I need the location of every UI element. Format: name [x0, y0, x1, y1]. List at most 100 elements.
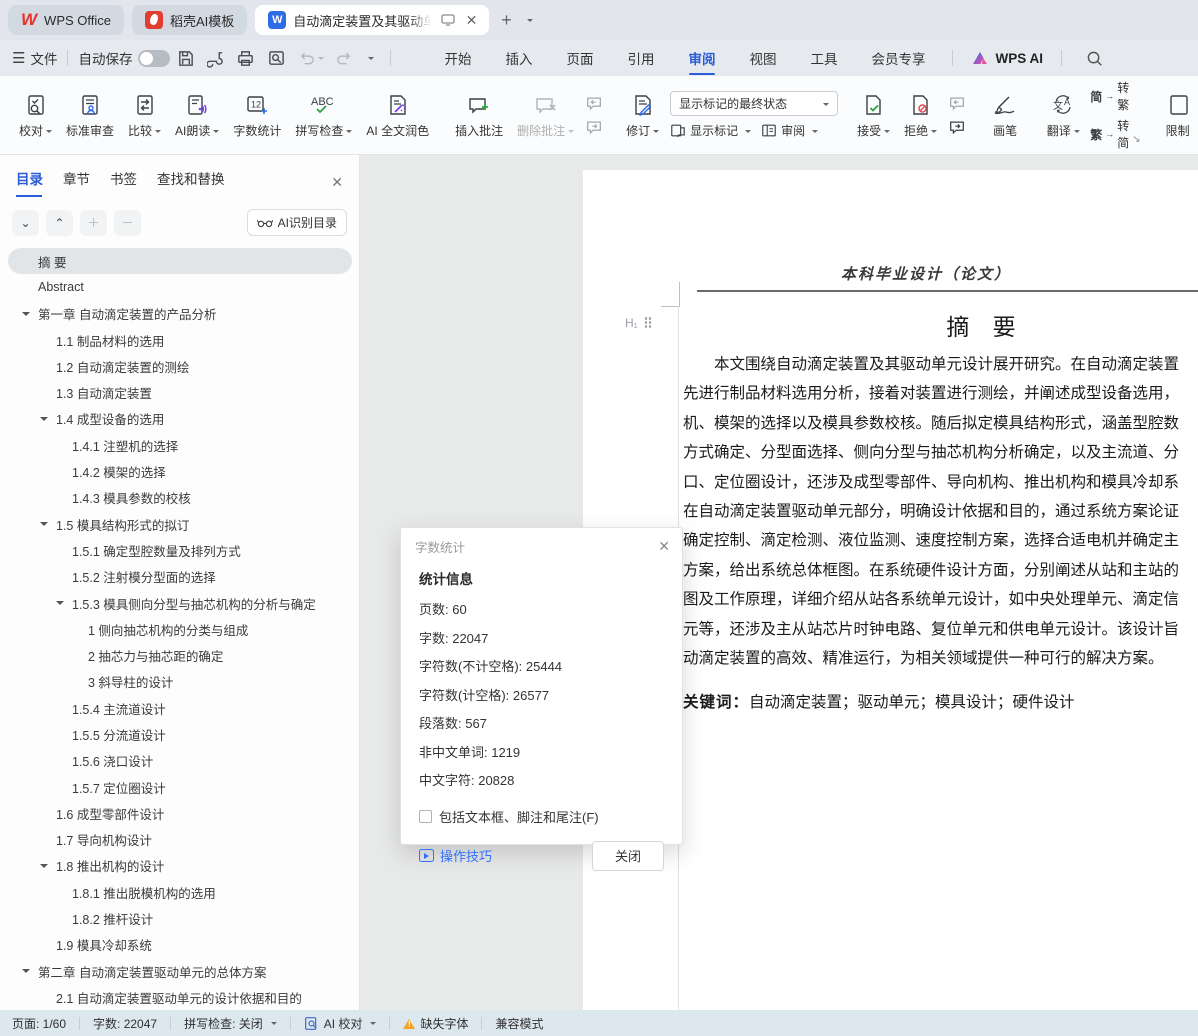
close-tab-icon[interactable]: ✕ — [462, 12, 482, 29]
menu-item-7[interactable]: 会员专享 — [854, 40, 942, 76]
insert-comment-button[interactable]: 插入批注 — [448, 87, 510, 143]
delete-comment-button[interactable]: 删除批注 — [510, 87, 581, 143]
toc-item[interactable]: 第二章 自动滴定装置驱动单元的总体方案 — [0, 958, 360, 984]
show-markup-button[interactable]: 显示标记 — [670, 122, 751, 139]
toc-item[interactable]: 3 斜导柱的设计 — [0, 669, 360, 695]
ai-polish-button[interactable]: AI 全文润色 — [359, 87, 436, 143]
next-change-icon[interactable] — [948, 120, 966, 135]
monitor-icon[interactable] — [441, 14, 455, 26]
expand-arrow-icon[interactable] — [22, 969, 30, 977]
toolbar-more-chevron-icon[interactable] — [368, 57, 374, 63]
menu-item-0[interactable]: 开始 — [427, 40, 488, 76]
review-pane-button[interactable]: 审阅 — [761, 122, 818, 139]
undo-button[interactable] — [298, 50, 324, 66]
pane-tab-1[interactable]: 章节 — [63, 168, 90, 197]
restrict-editing-button[interactable]: 限制 — [1155, 87, 1198, 143]
print-icon[interactable] — [236, 49, 255, 68]
toc-item[interactable]: 2.1 自动滴定装置驱动单元的设计依据和目的 — [0, 984, 360, 1010]
toc-item[interactable]: 1.5.6 浇口设计 — [0, 748, 360, 774]
export-pdf-icon[interactable] — [207, 49, 224, 68]
tips-link[interactable]: 操作技巧 — [419, 846, 492, 865]
compatibility-mode-indicator[interactable]: 兼容模式 — [482, 1015, 556, 1032]
expand-all-button[interactable]: ⌄ — [12, 210, 39, 236]
toc-item[interactable]: 1.2 自动滴定装置的测绘 — [0, 353, 360, 379]
expand-arrow-icon[interactable] — [40, 522, 48, 530]
toc-item[interactable]: 1.5.2 注射模分型面的选择 — [0, 564, 360, 590]
drag-handle-icon[interactable] — [645, 317, 653, 329]
word-count-indicator[interactable]: 字数: 22047 — [80, 1015, 170, 1032]
hamburger-icon[interactable]: ☰ — [12, 49, 25, 67]
toc-item[interactable]: 1.1 制品材料的选用 — [0, 327, 360, 353]
menu-item-2[interactable]: 页面 — [549, 40, 610, 76]
close-button[interactable]: 关闭 — [592, 841, 664, 871]
reject-button[interactable]: 拒绝 — [897, 87, 944, 143]
toc-item[interactable]: 1.6 成型零部件设计 — [0, 800, 360, 826]
next-comment-icon[interactable] — [585, 120, 603, 135]
collapse-all-button[interactable]: ⌃ — [46, 210, 73, 236]
close-dialog-icon[interactable]: ✕ — [658, 538, 670, 555]
accept-button[interactable]: 接受 — [850, 87, 897, 143]
toc-item[interactable]: 2 抽芯力与抽芯距的确定 — [0, 642, 360, 668]
menu-item-1[interactable]: 插入 — [488, 40, 549, 76]
pane-tab-3[interactable]: 查找和替换 — [157, 168, 225, 197]
menu-item-4[interactable]: 审阅 — [671, 40, 732, 76]
toc-item[interactable]: 1.8.1 推出脱模机构的选用 — [0, 879, 360, 905]
pane-tab-2[interactable]: 书签 — [110, 168, 137, 197]
tab-list-chevron-icon[interactable] — [527, 19, 533, 25]
standard-review-button[interactable]: 标准审查 — [59, 87, 121, 143]
dialog-launcher-icon[interactable]: ↘ — [1132, 134, 1140, 145]
markup-state-select[interactable]: 显示标记的最终状态 — [670, 91, 838, 116]
spell-check-status[interactable]: 拼写检查: 关闭 — [171, 1015, 290, 1032]
missing-font-warning[interactable]: 缺失字体 — [390, 1015, 481, 1032]
traditional-to-simplified-button[interactable]: 繁→ 转简 — [1090, 117, 1130, 151]
zoom-in-outline-button[interactable]: ＋ — [80, 210, 107, 236]
page-indicator[interactable]: 页面: 1/60 — [10, 1015, 79, 1032]
ai-proofread-status[interactable]: AI 校对 — [291, 1015, 390, 1032]
toc-item[interactable]: 1.5.7 定位圈设计 — [0, 774, 360, 800]
redo-button[interactable] — [336, 50, 353, 66]
print-preview-icon[interactable] — [267, 49, 286, 68]
tab-wps-office[interactable]: W WPS Office — [8, 5, 124, 35]
toc-item[interactable]: 1.4.3 模具参数的校核 — [0, 485, 360, 511]
zoom-out-outline-button[interactable]: － — [114, 210, 141, 236]
ai-recognize-toc-button[interactable]: AI识别目录 — [247, 209, 347, 236]
toc-item[interactable]: 1.4.1 注塑机的选择 — [0, 432, 360, 458]
tab-docer-template[interactable]: 稻壳AI模板 — [132, 5, 247, 35]
ai-read-aloud-button[interactable]: AI朗读 — [168, 87, 226, 143]
menu-item-file[interactable]: 文件 — [30, 48, 57, 68]
toc-item[interactable]: 1.4 成型设备的选用 — [0, 406, 360, 432]
toc-item[interactable]: 1.9 模具冷却系统 — [0, 932, 360, 958]
tab-document[interactable]: W 自动滴定装置及其驱动单元设 ✕ — [255, 5, 489, 35]
expand-arrow-icon[interactable] — [56, 601, 64, 609]
expand-arrow-icon[interactable] — [40, 417, 48, 425]
toc-item[interactable]: 1.5.3 模具侧向分型与抽芯机构的分析与确定 — [0, 590, 360, 616]
proofread-button[interactable]: 校对 — [12, 87, 59, 143]
toc-item[interactable]: 1.5 模具结构形式的拟订 — [0, 511, 360, 537]
close-pane-icon[interactable]: ✕ — [331, 174, 343, 191]
spell-check-button[interactable]: ABC 拼写检查 — [288, 87, 359, 143]
simplified-to-traditional-button[interactable]: 简→ 转繁 — [1090, 79, 1130, 113]
toc-item[interactable]: 1.7 导向机构设计 — [0, 827, 360, 853]
toc-item[interactable]: 第一章 自动滴定装置的产品分析 — [0, 301, 360, 327]
heading-level-marker[interactable]: H₁ — [625, 316, 653, 330]
toc-item[interactable]: 1.5.4 主流道设计 — [0, 695, 360, 721]
menu-item-3[interactable]: 引用 — [610, 40, 671, 76]
checkbox-icon[interactable] — [419, 810, 432, 823]
ink-brush-button[interactable]: 画笔 — [982, 87, 1028, 143]
expand-arrow-icon[interactable] — [22, 312, 30, 320]
abstract-paragraph[interactable]: 本文围绕自动滴定装置及其驱动单元设计展开研究。在自动滴定装置先进行制品材料选用分… — [683, 350, 1198, 717]
menu-item-6[interactable]: 工具 — [793, 40, 854, 76]
toc-item[interactable]: 1.5.1 确定型腔数量及排列方式 — [0, 537, 360, 563]
toc-item[interactable]: 1.4.2 模架的选择 — [0, 458, 360, 484]
autosave-toggle[interactable] — [138, 50, 170, 67]
search-icon[interactable] — [1086, 50, 1103, 67]
compare-button[interactable]: 比较 — [121, 87, 168, 143]
include-textbox-checkbox-row[interactable]: 包括文本框、脚注和尾注(F) — [419, 807, 664, 826]
pane-tab-0[interactable]: 目录 — [16, 168, 43, 197]
toc-item[interactable]: 1.8.2 推杆设计 — [0, 905, 360, 931]
toc-item[interactable]: 1.8 推出机构的设计 — [0, 853, 360, 879]
wps-ai-button[interactable]: WPS AI — [971, 50, 1043, 66]
toc-item[interactable]: 1.5.5 分流道设计 — [0, 721, 360, 747]
word-count-button[interactable]: 12 字数统计 — [226, 87, 288, 143]
new-tab-icon[interactable]: + — [497, 10, 516, 31]
